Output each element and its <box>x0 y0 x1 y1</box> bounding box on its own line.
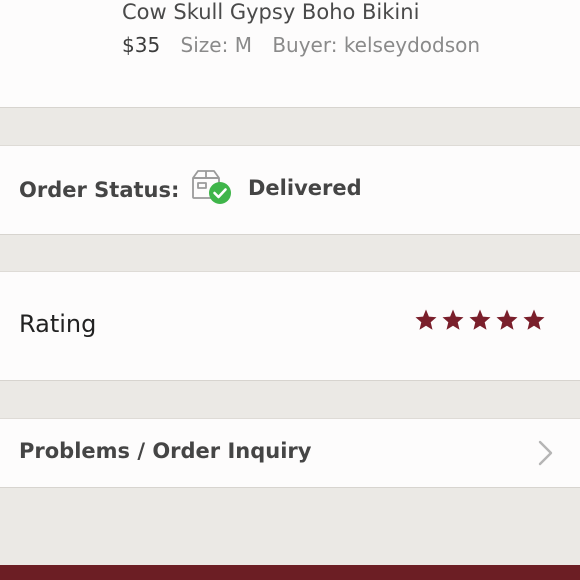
item-summary-card[interactable]: Cow Skull Gypsy Boho Bikini $35 Size: M … <box>0 0 580 108</box>
item-buyer: Buyer: kelseydodson <box>272 33 481 57</box>
rating-stars <box>414 308 546 332</box>
item-meta: $35 Size: M Buyer: kelseydodson <box>122 33 480 57</box>
delivered-box-icon <box>192 170 231 204</box>
order-status-value: Delivered <box>248 176 362 200</box>
rating-label: Rating <box>19 310 97 338</box>
rating-card: Rating <box>0 271 580 381</box>
star-icon <box>442 309 464 330</box>
item-size: Size: M <box>180 33 252 57</box>
item-title: Cow Skull Gypsy Boho Bikini <box>122 0 420 24</box>
star-icon <box>496 309 518 330</box>
order-status-card: Order Status: Delivered <box>0 145 580 235</box>
bottom-action-bar[interactable] <box>0 565 580 580</box>
star-icon <box>415 309 437 330</box>
problems-order-inquiry-row[interactable]: Problems / Order Inquiry <box>0 418 580 488</box>
order-status-label: Order Status: <box>19 178 180 202</box>
order-details-page: Cow Skull Gypsy Boho Bikini $35 Size: M … <box>0 0 580 580</box>
item-price: $35 <box>122 33 161 57</box>
chevron-right-icon <box>538 440 553 466</box>
problems-label: Problems / Order Inquiry <box>19 439 312 463</box>
star-icon <box>523 309 545 330</box>
star-icon <box>469 309 491 330</box>
